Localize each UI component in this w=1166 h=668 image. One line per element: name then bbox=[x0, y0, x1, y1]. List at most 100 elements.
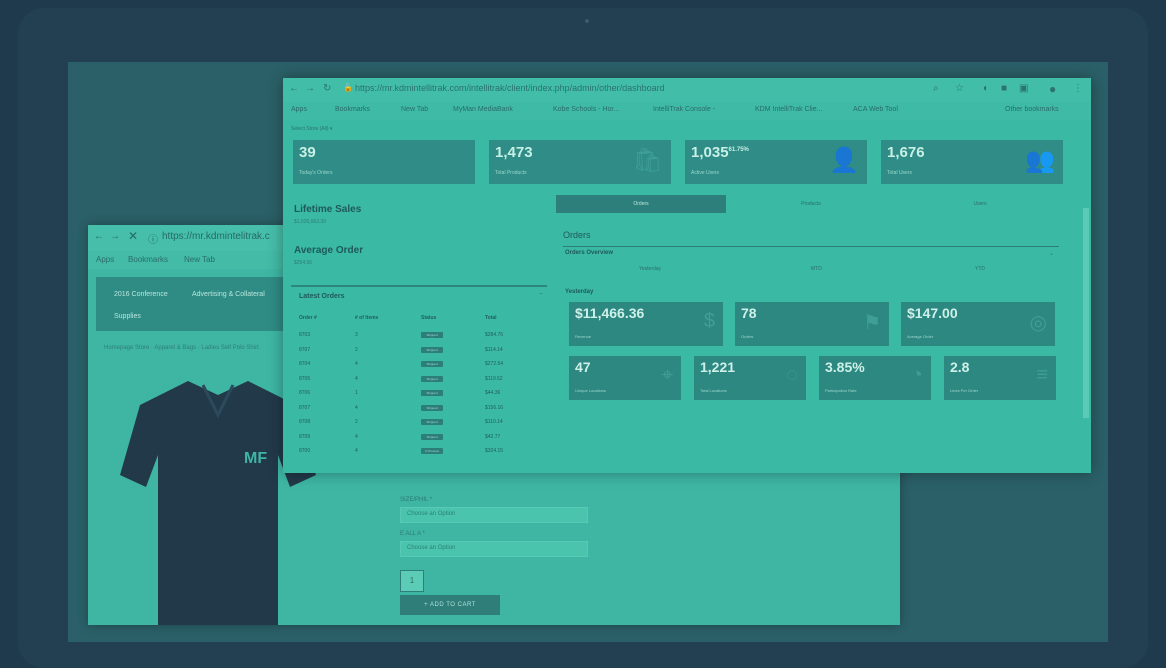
option-select-value: Choose an Option bbox=[407, 545, 456, 551]
forward-icon[interactable]: → bbox=[305, 83, 315, 94]
address-bar[interactable]: https://mr.kdmintelitrak.c bbox=[162, 231, 270, 242]
search-icon[interactable]: ⌕ bbox=[933, 83, 939, 94]
order-total: $119.52 bbox=[485, 375, 503, 382]
divider bbox=[563, 246, 1059, 247]
col-items: # of Items bbox=[355, 315, 379, 321]
size-select[interactable]: Choose an Option bbox=[400, 507, 588, 523]
status-badge: Shipped bbox=[421, 346, 443, 353]
bookmark-bookmarks[interactable]: Bookmarks bbox=[128, 255, 168, 264]
extension-icon-2[interactable]: ■ bbox=[1001, 83, 1007, 94]
tab-users[interactable]: Users bbox=[896, 195, 1064, 213]
order-number[interactable]: 8703 bbox=[299, 328, 355, 343]
star-icon[interactable]: ☆ bbox=[955, 83, 964, 94]
status-cell: Shipped bbox=[421, 430, 485, 445]
item-count: 1 bbox=[355, 390, 358, 397]
stat-value: 39 bbox=[299, 144, 316, 161]
item-count: 2 bbox=[355, 346, 358, 353]
table-row[interactable]: 8700 4 In Process $324.15 bbox=[299, 444, 535, 459]
order-number[interactable]: 8707 bbox=[299, 343, 355, 358]
col-order: Order # bbox=[299, 315, 317, 321]
flag-icon: ⚑ bbox=[863, 312, 881, 334]
scrollbar[interactable] bbox=[1083, 208, 1089, 418]
bookmark-intellitrak-console[interactable]: IntelliTrak Console - bbox=[653, 106, 715, 113]
lifetime-sales-title: Lifetime Sales bbox=[294, 204, 362, 215]
bookmark-aca-web-tool[interactable]: ACA Web Tool bbox=[853, 106, 898, 113]
order-number[interactable]: 8704 bbox=[299, 357, 355, 372]
segment-mtd[interactable]: MTD bbox=[811, 266, 822, 272]
stat-active-users: 1,03561.75% Active Users 👤 bbox=[685, 140, 867, 184]
status-cell: Shipped bbox=[421, 343, 485, 358]
status-badge: Shipped bbox=[421, 433, 443, 440]
table-row[interactable]: 8708 2 Shipped $110.14 bbox=[299, 415, 535, 430]
table-row[interactable]: 8704 4 Shipped $272.54 bbox=[299, 357, 535, 372]
table-row[interactable]: 8709 4 Shipped $42.77 bbox=[299, 430, 535, 445]
tab-orders[interactable]: Orders bbox=[556, 195, 726, 213]
size-label: SIZE/PHIL * bbox=[400, 497, 433, 503]
bookmark-apps[interactable]: Apps bbox=[291, 106, 307, 113]
back-icon[interactable]: ← bbox=[289, 83, 299, 94]
nav-item-conference[interactable]: 2016 Conference bbox=[114, 291, 168, 298]
status-badge: Shipped bbox=[421, 332, 443, 339]
browser-toolbar: ← → ↻ 🔒 https://mr.kdmintellitrak.com/in… bbox=[283, 78, 1091, 102]
item-count: 4 bbox=[355, 404, 358, 411]
bookmark-new-tab[interactable]: New Tab bbox=[184, 255, 215, 264]
bookmark-new-tab[interactable]: New Tab bbox=[401, 106, 428, 113]
order-number[interactable]: 8708 bbox=[299, 415, 355, 430]
bookmark-other[interactable]: Other bookmarks bbox=[1005, 106, 1059, 113]
order-total: $324.15 bbox=[485, 448, 504, 455]
card-orders: 78 Orders ⚑ bbox=[735, 302, 889, 346]
bookmark-mediabank[interactable]: MyMan MediaBank bbox=[453, 106, 513, 113]
item-count: 2 bbox=[355, 419, 358, 426]
table-row[interactable]: 8707 2 Shipped $114.14 bbox=[299, 343, 535, 358]
card-revenue: $11,466.36 Revenue $ bbox=[569, 302, 723, 346]
table-row[interactable]: 8707 4 Shipped $156.16 bbox=[299, 401, 535, 416]
item-count: 4 bbox=[355, 448, 358, 455]
segment-ytd[interactable]: YTD bbox=[975, 266, 985, 272]
order-number[interactable]: 8706 bbox=[299, 386, 355, 401]
table-row[interactable]: 8706 1 Shipped $44.36 bbox=[299, 386, 535, 401]
option-select[interactable]: Choose an Option bbox=[400, 541, 588, 557]
bookmark-apps[interactable]: Apps bbox=[96, 255, 114, 264]
order-number[interactable]: 8705 bbox=[299, 372, 355, 387]
nav-item-supplies[interactable]: Supplies bbox=[114, 313, 141, 320]
bookmark-kdm-client[interactable]: KDM IntelliTrak Clie... bbox=[755, 106, 822, 113]
bookmarks-bar: Apps Bookmarks New Tab MyMan MediaBank K… bbox=[283, 102, 1091, 120]
user-add-icon: 👤 bbox=[829, 147, 859, 174]
status-badge: Shipped bbox=[421, 419, 443, 426]
card-label: Revenue bbox=[575, 334, 592, 339]
tab-products[interactable]: Products bbox=[726, 195, 896, 213]
nav-item-advertising[interactable]: Advertising & Collateral bbox=[192, 291, 265, 298]
shirt-logo: MF bbox=[244, 450, 267, 467]
extension-icon-3[interactable]: ▣ bbox=[1019, 83, 1028, 94]
store-selector[interactable]: Select Store (All) ▾ bbox=[291, 126, 332, 132]
address-bar[interactable]: https://mr.kdmintellitrak.com/intellitra… bbox=[355, 83, 665, 93]
bookmark-bookmarks[interactable]: Bookmarks bbox=[335, 106, 370, 113]
order-number[interactable]: 8707 bbox=[299, 401, 355, 416]
collapse-icon[interactable]: − bbox=[539, 291, 543, 298]
add-to-cart-button[interactable]: + ADD TO CART bbox=[400, 595, 500, 615]
table-row[interactable]: 8703 3 Shipped $284.76 bbox=[299, 328, 535, 343]
extension-icon[interactable]: ◐ bbox=[983, 83, 989, 94]
segment-yesterday[interactable]: Yesterday bbox=[639, 266, 661, 272]
order-total: $44.36 bbox=[485, 390, 501, 397]
list-icon: ≡ bbox=[1036, 364, 1048, 386]
forward-icon[interactable]: → bbox=[110, 231, 120, 242]
item-count: 4 bbox=[355, 361, 358, 368]
card-value: $11,466.36 bbox=[575, 305, 645, 321]
order-number[interactable]: 8700 bbox=[299, 444, 355, 459]
close-icon[interactable]: ✕ bbox=[128, 229, 138, 243]
chevron-down-icon[interactable]: ⌄ bbox=[1049, 250, 1054, 257]
back-icon[interactable]: ← bbox=[94, 231, 104, 242]
quantity-input[interactable]: 1 bbox=[400, 570, 424, 592]
order-total: $42.77 bbox=[485, 433, 501, 440]
profile-avatar-icon[interactable]: ● bbox=[1049, 82, 1056, 96]
bag-icon: 🛍 bbox=[632, 147, 663, 174]
reload-icon[interactable]: ↻ bbox=[323, 83, 331, 94]
item-count: 3 bbox=[355, 332, 358, 339]
order-number[interactable]: 8709 bbox=[299, 430, 355, 445]
table-row[interactable]: 8705 4 Shipped $119.52 bbox=[299, 372, 535, 387]
card-label: Lines Per Order bbox=[950, 388, 979, 393]
card-value: 78 bbox=[741, 305, 757, 321]
bookmark-kobe-schools[interactable]: Kobe Schools - Hor... bbox=[553, 106, 619, 113]
menu-icon[interactable]: ⋮ bbox=[1073, 83, 1083, 94]
